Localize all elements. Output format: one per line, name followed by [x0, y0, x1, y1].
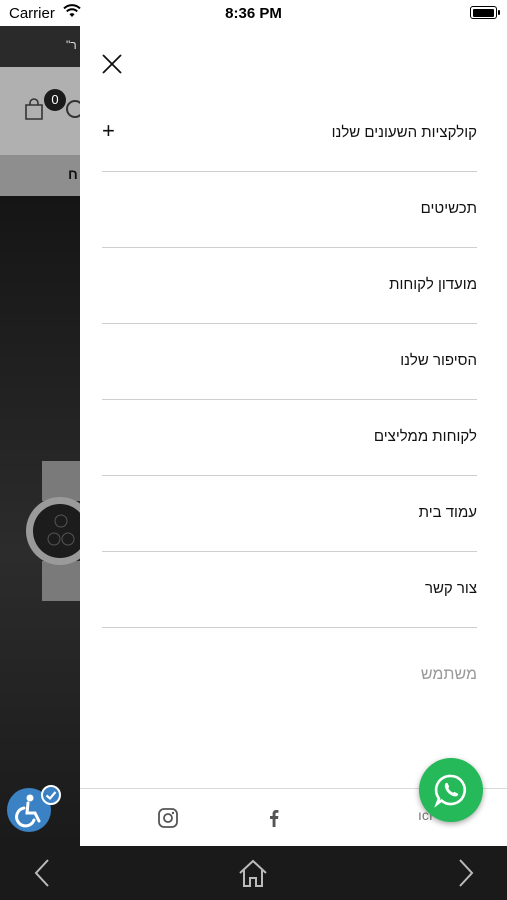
home-icon[interactable]	[236, 856, 270, 890]
forward-icon[interactable]	[448, 856, 482, 890]
menu-item-label: מועדון לקוחות	[389, 276, 477, 293]
menu-item-watch-collections[interactable]: קולקציות השעונים שלנו +	[102, 96, 477, 172]
whatsapp-button[interactable]	[419, 758, 483, 822]
expand-plus-icon[interactable]: +	[102, 118, 115, 144]
menu-list: קולקציות השעונים שלנו + תכשיטים מועדון ל…	[102, 96, 477, 628]
menu-item-home[interactable]: עמוד בית	[102, 476, 477, 552]
menu-item-label: צור קשר	[424, 580, 477, 597]
menu-item-label: הסיפור שלנו	[400, 352, 477, 369]
clock: 8:36 PM	[225, 5, 282, 22]
browser-toolbar	[0, 846, 507, 900]
instagram-icon[interactable]	[157, 807, 179, 829]
back-icon[interactable]	[26, 856, 60, 890]
nav-text: ח	[68, 166, 78, 182]
close-icon[interactable]	[101, 53, 123, 75]
menu-item-label: לקוחות ממליצים	[373, 428, 477, 445]
whatsapp-icon	[434, 774, 467, 808]
facebook-icon[interactable]	[263, 807, 285, 829]
menu-item-label: עמוד בית	[418, 504, 477, 521]
menu-item-label: תכשיטים	[420, 200, 477, 217]
menu-item-customer-club[interactable]: מועדון לקוחות	[102, 248, 477, 324]
check-badge-icon	[41, 785, 61, 805]
user-account-link[interactable]: משתמש	[421, 666, 477, 684]
menu-item-jewelry[interactable]: תכשיטים	[102, 172, 477, 248]
status-bar: Carrier 8:36 PM	[0, 0, 507, 26]
accessibility-button[interactable]	[7, 785, 61, 832]
shopping-bag-icon[interactable]	[22, 97, 46, 121]
menu-item-label: קולקציות השעונים שלנו	[331, 124, 477, 141]
menu-item-our-story[interactable]: הסיפור שלנו	[102, 324, 477, 400]
announcement-text: "ר	[66, 38, 77, 52]
cart-count-badge: 0	[44, 89, 66, 111]
side-menu-drawer: קולקציות השעונים שלנו + תכשיטים מועדון ל…	[80, 26, 507, 846]
battery-icon	[470, 6, 500, 19]
menu-item-testimonials[interactable]: לקוחות ממליצים	[102, 400, 477, 476]
menu-item-contact[interactable]: צור קשר	[102, 552, 477, 628]
